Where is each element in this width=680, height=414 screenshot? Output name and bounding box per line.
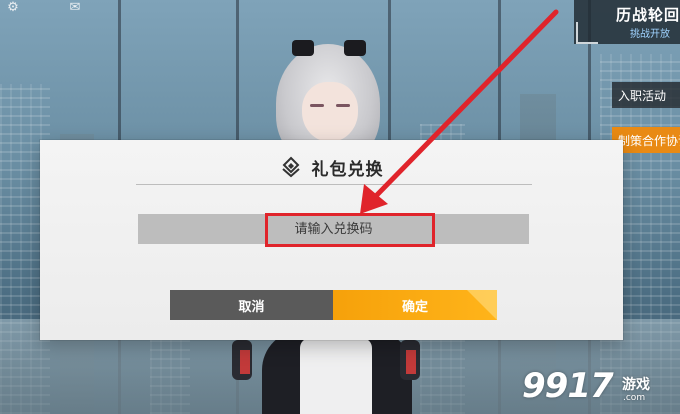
dialog-title: 礼包兑换 — [311, 159, 384, 180]
mail-icon[interactable]: ✉ — [64, 0, 86, 15]
character-accent — [240, 350, 250, 374]
title-divider — [136, 184, 532, 185]
character-hair-bow — [344, 40, 366, 56]
cancel-button[interactable]: 取消 — [170, 290, 333, 320]
dialog-header: 礼包兑换 — [40, 154, 623, 180]
character-eye — [310, 104, 324, 107]
character-accent — [406, 350, 416, 374]
annotation-highlight-box — [265, 213, 435, 247]
settings-icon[interactable]: ⚙ — [2, 0, 24, 15]
confirm-button-label: 确定 — [401, 299, 428, 315]
button-decoration — [467, 290, 497, 320]
tab-entry-activity[interactable]: 入职活动 — [612, 82, 680, 108]
confirm-button[interactable]: 确定 — [333, 290, 497, 320]
watermark-sub: 游戏 — [622, 377, 650, 393]
event-banner[interactable]: 历战轮回 挑战开放 — [574, 0, 680, 44]
character-eye — [336, 104, 350, 107]
banner-corner-icon — [576, 22, 598, 44]
character-shirt — [300, 338, 372, 414]
gift-emblem-icon — [281, 156, 300, 178]
cancel-button-label: 取消 — [238, 299, 265, 315]
event-title: 历战轮回 — [616, 6, 680, 24]
watermark-logo: 9917 — [522, 366, 614, 406]
character-face — [302, 82, 358, 142]
event-subtitle: 挑战开放 — [630, 29, 670, 40]
character-hair-bow — [292, 40, 314, 56]
watermark-url: .com — [623, 393, 646, 403]
